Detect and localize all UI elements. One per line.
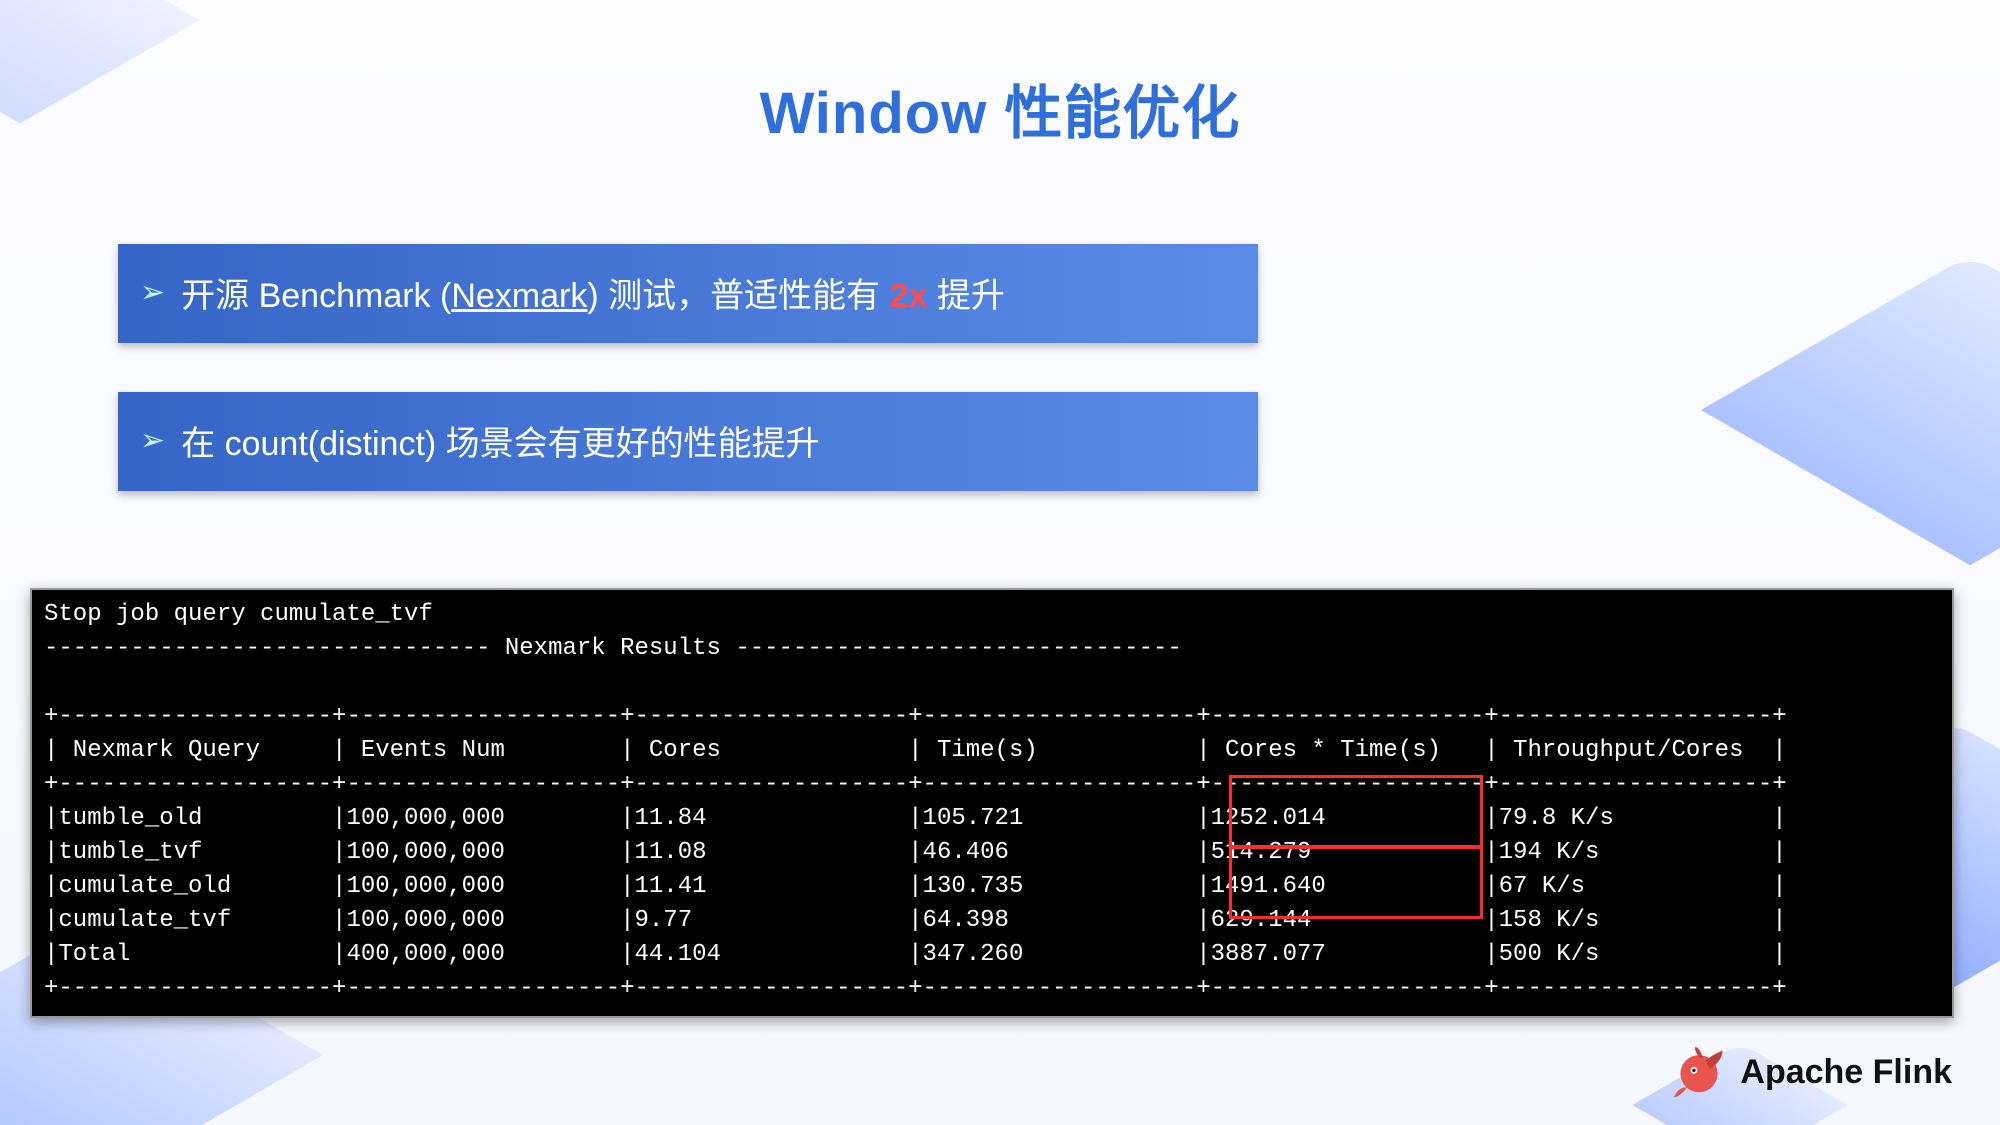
- table-row: |cumulate_tvf |100,000,000 |9.77 |64.398…: [44, 907, 1787, 934]
- table-row: |tumble_old |100,000,000 |11.84 |105.721…: [44, 805, 1787, 832]
- callout-text: 在 count(distinct) 场景会有更好的性能提升: [181, 416, 820, 465]
- terminal-line: +-------------------+-------------------…: [44, 771, 1787, 798]
- callout-text: 开源 Benchmark (Nexmark) 测试，普适性能有 2x 提升: [181, 268, 1005, 317]
- highlight-box-cumulate: [1229, 845, 1483, 919]
- page-title: Window 性能优化: [0, 66, 2000, 150]
- callout-count-distinct: ➢ 在 count(distinct) 场景会有更好的性能提升: [118, 392, 1258, 491]
- table-row: |Total |400,000,000 |44.104 |347.260 |38…: [44, 941, 1787, 968]
- decoration-cube: [1701, 255, 2000, 566]
- nexmark-link[interactable]: Nexmark: [451, 277, 587, 315]
- callout-benchmark: ➢ 开源 Benchmark (Nexmark) 测试，普适性能有 2x 提升: [118, 244, 1258, 343]
- flink-squirrel-icon: [1672, 1045, 1726, 1099]
- terminal-line: ------------------------------- Nexmark …: [44, 635, 1182, 662]
- callout-text-part: 开源 Benchmark (: [181, 277, 451, 315]
- terminal-line: Stop job query cumulate_tvf: [44, 601, 433, 628]
- terminal-line: +-------------------+-------------------…: [44, 975, 1787, 1002]
- table-row: |cumulate_old |100,000,000 |11.41 |130.7…: [44, 873, 1787, 900]
- footer-brand-text: Apache Flink: [1740, 1053, 1952, 1092]
- bullet-arrow-icon: ➢: [140, 426, 165, 456]
- callout-text-part: 提升: [927, 277, 1004, 315]
- table-row: |tumble_tvf |100,000,000 |11.08 |46.406 …: [44, 839, 1787, 866]
- footer-logo: Apache Flink: [1672, 1045, 1952, 1099]
- slide: Window 性能优化 ➢ 开源 Benchmark (Nexmark) 测试，…: [0, 0, 2000, 1125]
- terminal-line: | Nexmark Query | Events Num | Cores | T…: [44, 737, 1787, 764]
- bullet-arrow-icon: ➢: [140, 278, 165, 308]
- perf-multiplier: 2x: [890, 277, 928, 315]
- highlight-box-tumble: [1229, 775, 1483, 849]
- terminal-line: +-------------------+-------------------…: [44, 703, 1787, 730]
- callout-text-part: ) 测试，普适性能有: [587, 277, 889, 315]
- terminal-output: Stop job query cumulate_tvf ------------…: [30, 588, 1954, 1018]
